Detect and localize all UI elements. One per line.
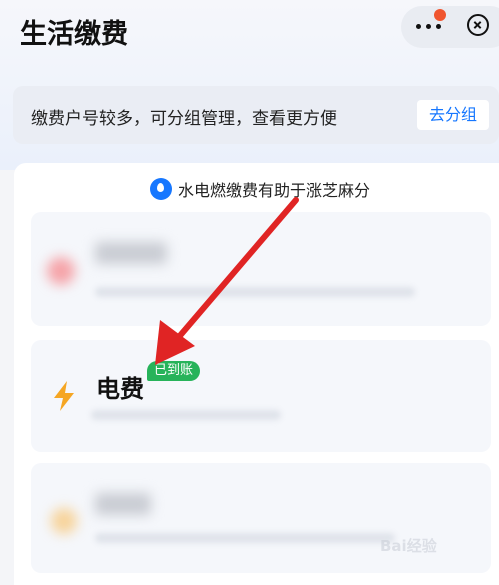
paid-status-badge: 已到账 xyxy=(147,361,201,381)
water-bill-icon xyxy=(47,257,75,285)
bill-card-blurred-1[interactable] xyxy=(31,212,491,326)
water-drop-icon xyxy=(150,178,172,200)
notification-dot xyxy=(434,9,446,21)
group-banner: 缴费户号较多，可分组管理，查看更方便 去分组 xyxy=(13,86,499,144)
gas-bill-icon xyxy=(51,508,77,534)
blurred-bill-detail xyxy=(95,287,415,297)
page-title: 生活缴费 xyxy=(20,19,128,50)
blurred-bill-detail xyxy=(95,533,395,543)
watermark-text: Bai经验 xyxy=(380,537,437,555)
blurred-bill-name xyxy=(95,493,151,515)
group-banner-text: 缴费户号较多，可分组管理，查看更方便 xyxy=(31,109,337,129)
lightning-icon xyxy=(54,381,74,411)
watermark: Bai经验 xyxy=(380,535,492,567)
blurred-bill-name xyxy=(95,242,167,264)
electricity-bill-detail xyxy=(91,410,281,420)
electricity-bill-name: 电费 xyxy=(96,375,144,403)
sesame-tip-text: 水电燃缴费有助于涨芝麻分 xyxy=(178,181,371,200)
sesame-tip: 水电燃缴费有助于涨芝麻分 xyxy=(150,177,370,201)
group-button[interactable]: 去分组 xyxy=(417,100,489,130)
close-icon[interactable] xyxy=(467,14,489,36)
